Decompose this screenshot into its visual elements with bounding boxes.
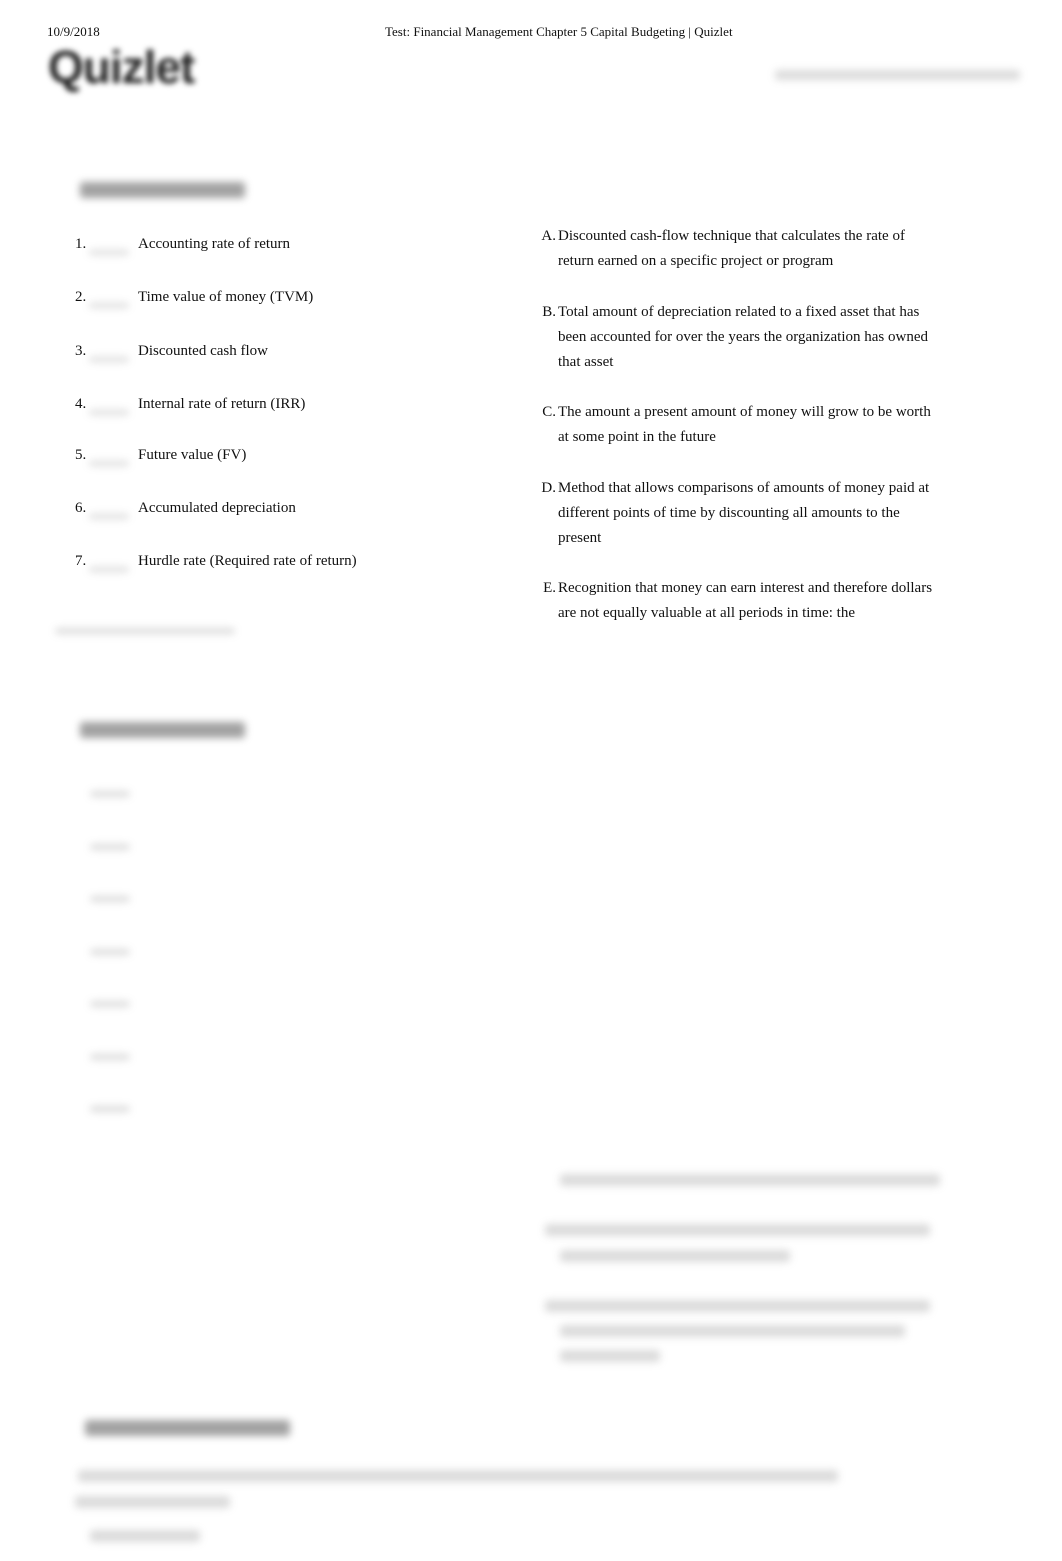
answer-letter: C. xyxy=(542,404,556,420)
quizlet-logo: Quizlet xyxy=(48,41,195,93)
answer-letter: A. xyxy=(541,228,556,244)
answer-blank[interactable] xyxy=(89,567,129,572)
term-text: Accumulated depreciation xyxy=(138,500,296,516)
term-number: 3. xyxy=(75,343,87,359)
term-text: Future value (FV) xyxy=(138,447,247,463)
answer-blank[interactable] xyxy=(89,303,129,308)
answer-item: B. Total amount of depreciation related t… xyxy=(538,300,938,375)
answer-letter: B. xyxy=(542,304,556,320)
answer-blurred-3c xyxy=(560,1350,660,1362)
answer-item: D. Method that allows comparisons of amou… xyxy=(538,476,938,551)
answer-text: The amount a present amount of money wil… xyxy=(558,404,931,445)
answer-blurred-2b xyxy=(560,1250,790,1262)
answer-blank[interactable] xyxy=(89,461,129,466)
page-edge-blurred xyxy=(55,628,235,634)
answer-text: Method that allows comparisons of amount… xyxy=(558,480,930,546)
section-heading-blurred-2 xyxy=(80,722,245,738)
term-number: 6. xyxy=(75,500,87,516)
term-number: 1. xyxy=(75,236,87,252)
answer-blurred-3b xyxy=(560,1325,905,1337)
answer-text: Recognition that money can earn interest… xyxy=(558,580,933,621)
page: 10/9/2018 Test: Financial Management Cha… xyxy=(0,0,1062,1561)
section-heading-blurred xyxy=(80,182,245,198)
answer-text: Total amount of depreciation related to … xyxy=(558,304,928,370)
page-title: Test: Financial Management Chapter 5 Cap… xyxy=(385,24,733,39)
answer-blank-blurred xyxy=(90,949,130,955)
print-date: 10/9/2018 xyxy=(47,24,100,39)
answer-blank-blurred xyxy=(90,791,130,797)
answer-letter: D. xyxy=(541,480,556,496)
mc-question-blurred xyxy=(78,1470,838,1482)
answer-blank-blurred xyxy=(90,1001,130,1007)
mc-heading-blurred xyxy=(85,1420,290,1436)
answer-blank-blurred xyxy=(90,1106,130,1112)
answer-text: Discounted cash-flow technique that calc… xyxy=(558,228,905,269)
term-number: 2. xyxy=(75,289,87,305)
term-number: 5. xyxy=(75,447,87,463)
mc-option-blurred xyxy=(90,1530,200,1542)
answer-blurred-1 xyxy=(560,1174,940,1186)
answer-blank-blurred xyxy=(90,1054,130,1060)
answer-blurred-3 xyxy=(545,1300,930,1312)
name-field-blurred xyxy=(775,70,1020,80)
term-text: Time value of money (TVM) xyxy=(138,289,314,305)
answer-blank-blurred xyxy=(90,844,130,850)
answer-item: C. The amount a present amount of money w… xyxy=(538,400,938,450)
answer-blank[interactable] xyxy=(89,357,129,362)
term-text: Accounting rate of return xyxy=(138,236,291,252)
answer-item: A. Discounted cash-flow technique that ca… xyxy=(538,224,938,274)
term-text: Discounted cash flow xyxy=(138,343,268,359)
answer-blank[interactable] xyxy=(89,514,129,519)
answer-blank[interactable] xyxy=(89,250,129,255)
term-text: Internal rate of return (IRR) xyxy=(138,396,306,412)
answer-blank[interactable] xyxy=(89,410,129,415)
answer-blank-blurred xyxy=(90,896,130,902)
term-text: Hurdle rate (Required rate of return) xyxy=(138,553,357,569)
term-number: 7. xyxy=(75,553,87,569)
answer-letter: E. xyxy=(543,580,556,596)
answer-blurred-2 xyxy=(545,1224,930,1236)
term-number: 4. xyxy=(75,396,87,412)
mc-question-blurred-2 xyxy=(75,1496,230,1508)
answer-item: E. Recognition that money can earn intere… xyxy=(538,576,938,626)
